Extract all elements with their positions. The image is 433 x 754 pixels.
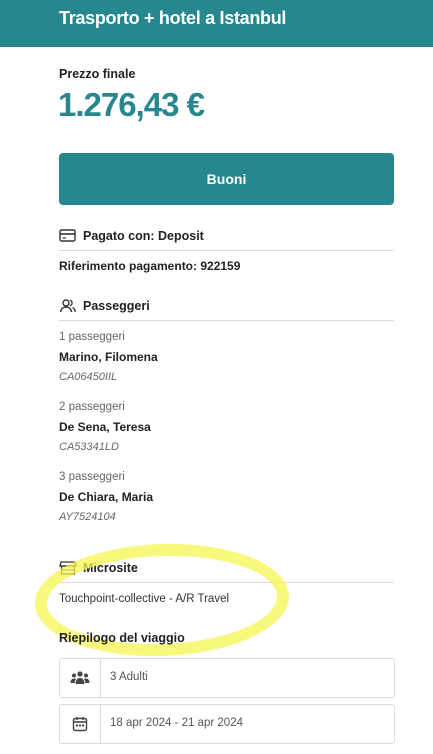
payment-section-header: Pagato con: Deposit [59, 228, 394, 251]
passenger-1-document: CA06450IIL [59, 371, 118, 383]
passenger-2-document: CA53341LD [59, 441, 119, 453]
users-icon [59, 299, 76, 313]
final-price-value: 1.276,43 € [58, 86, 205, 123]
payment-reference: Riferimento pagamento: 922159 [59, 259, 241, 273]
dates-value: 18 apr 2024 - 21 apr 2024 [110, 717, 243, 729]
page-header: Trasporto + hotel a Istanbul [0, 0, 433, 47]
credit-card-icon [59, 229, 76, 242]
voucher-button[interactable]: Buoni [59, 153, 394, 205]
passengers-heading: Passeggeri [83, 299, 150, 313]
passenger-2-index: 2 passeggeri [59, 401, 125, 413]
passenger-3-name: De Chiara, Maria [59, 490, 154, 504]
dates-field[interactable]: 18 apr 2024 - 21 apr 2024 [59, 704, 395, 744]
passenger-1-index: 1 passeggeri [59, 331, 125, 343]
passenger-3-index: 3 passeggeri [59, 471, 125, 483]
passenger-3-document: AY7524104 [59, 511, 116, 523]
page-title: Trasporto + hotel a Istanbul [59, 8, 287, 28]
passenger-1-name: Marino, Filomena [59, 350, 158, 364]
guests-field[interactable]: 3 Adulti [59, 658, 395, 698]
calendar-icon [72, 717, 88, 732]
trip-summary-title: Riepilogo del viaggio [59, 631, 185, 645]
payment-method-text: Pagato con: Deposit [83, 229, 204, 243]
final-price-label: Prezzo finale [59, 67, 136, 81]
passengers-section-header: Passeggeri [59, 298, 394, 321]
passenger-2-name: De Sena, Teresa [59, 420, 151, 434]
guests-value: 3 Adulti [110, 671, 148, 683]
people-icon [70, 671, 90, 684]
